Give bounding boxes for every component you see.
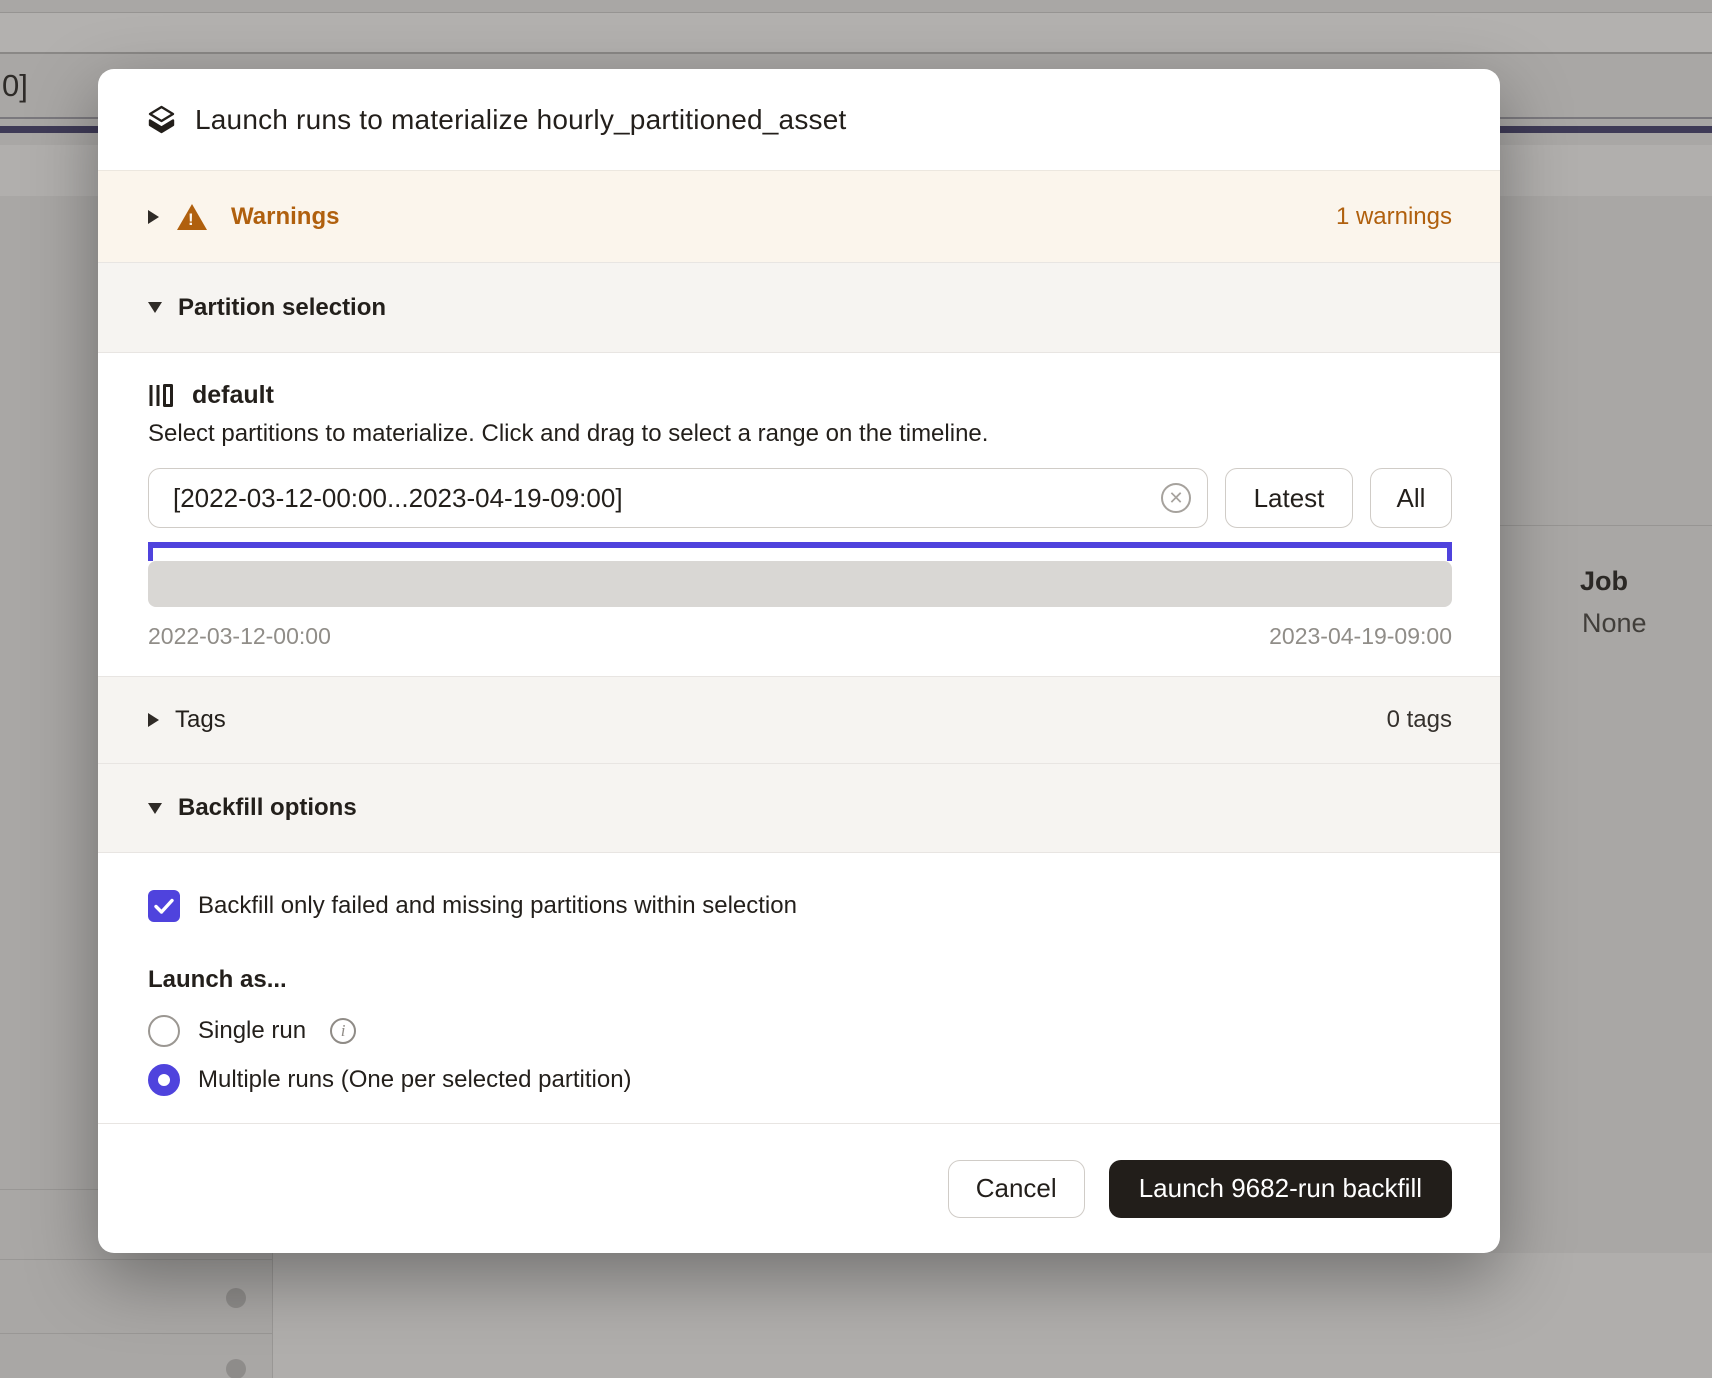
partition-dimension-name: default <box>192 381 274 410</box>
backdrop-column-divider <box>272 1253 273 1378</box>
tags-header: Tags <box>175 706 226 734</box>
launch-as-label: Launch as... <box>148 966 1452 994</box>
partition-icon <box>148 382 174 409</box>
dialog-title: Launch runs to materialize hourly_partit… <box>195 104 846 136</box>
timeline-end-label: 2023-04-19-09:00 <box>1269 623 1452 650</box>
backfill-options-body: Backfill only failed and missing partiti… <box>98 852 1500 1123</box>
backdrop-panel <box>272 1253 1712 1378</box>
partition-range-input[interactable] <box>173 483 1147 514</box>
backdrop-row-divider <box>1500 525 1712 526</box>
multiple-runs-radio[interactable] <box>148 1064 180 1096</box>
cancel-button[interactable]: Cancel <box>948 1160 1085 1218</box>
backfill-only-failed-label: Backfill only failed and missing partiti… <box>198 892 797 920</box>
latest-button[interactable]: Latest <box>1225 468 1353 528</box>
materialize-layers-icon <box>148 105 175 134</box>
backfill-options-toggle[interactable]: Backfill options <box>98 763 1500 852</box>
multiple-runs-label: Multiple runs (One per selected partitio… <box>198 1066 632 1094</box>
backdrop-job-value: None <box>1582 608 1647 639</box>
timeline-start-label: 2022-03-12-00:00 <box>148 623 331 650</box>
partition-selection-header: Partition selection <box>178 294 386 322</box>
chevron-down-icon <box>148 803 162 814</box>
partition-description: Select partitions to materialize. Click … <box>148 420 1452 448</box>
single-run-radio[interactable] <box>148 1015 180 1047</box>
clear-selection-icon[interactable]: ✕ <box>1161 483 1191 513</box>
backdrop-job-column-label: Job <box>1580 566 1628 597</box>
dialog-footer: Cancel Launch 9682-run backfill <box>98 1123 1500 1253</box>
backdrop-row-divider <box>0 1259 272 1260</box>
backdrop-row-divider <box>0 1189 98 1190</box>
backdrop-status-dot <box>226 1288 246 1308</box>
partition-timeline-bar[interactable] <box>148 561 1452 607</box>
dialog-header: Launch runs to materialize hourly_partit… <box>98 69 1500 170</box>
tags-count: 0 tags <box>1387 706 1452 734</box>
chevron-right-icon <box>148 210 159 224</box>
chevron-down-icon <box>148 302 162 313</box>
tags-section-toggle[interactable]: Tags 0 tags <box>98 676 1500 763</box>
warning-icon <box>177 204 207 230</box>
chevron-right-icon <box>148 713 159 727</box>
backfill-options-header: Backfill options <box>178 794 357 822</box>
launch-backfill-button[interactable]: Launch 9682-run backfill <box>1109 1160 1452 1218</box>
partition-selection-body: default Select partitions to materialize… <box>98 352 1500 676</box>
info-icon[interactable]: i <box>330 1018 356 1044</box>
warnings-count: 1 warnings <box>1336 203 1452 231</box>
warnings-label: Warnings <box>231 203 339 231</box>
single-run-label: Single run <box>198 1017 306 1045</box>
launch-backfill-dialog: Launch runs to materialize hourly_partit… <box>98 69 1500 1253</box>
backdrop-partial-text: 0] <box>2 68 28 104</box>
partition-range-field: ✕ <box>148 468 1208 528</box>
backdrop-toolbar-band <box>0 13 1712 54</box>
backdrop-status-dot <box>226 1359 246 1378</box>
backdrop-row-divider <box>0 1333 272 1334</box>
backfill-only-failed-checkbox[interactable] <box>148 890 180 922</box>
all-button[interactable]: All <box>1370 468 1452 528</box>
selection-range-indicator[interactable] <box>148 542 1452 548</box>
warnings-section-toggle[interactable]: Warnings 1 warnings <box>98 170 1500 262</box>
partition-selection-toggle[interactable]: Partition selection <box>98 262 1500 352</box>
